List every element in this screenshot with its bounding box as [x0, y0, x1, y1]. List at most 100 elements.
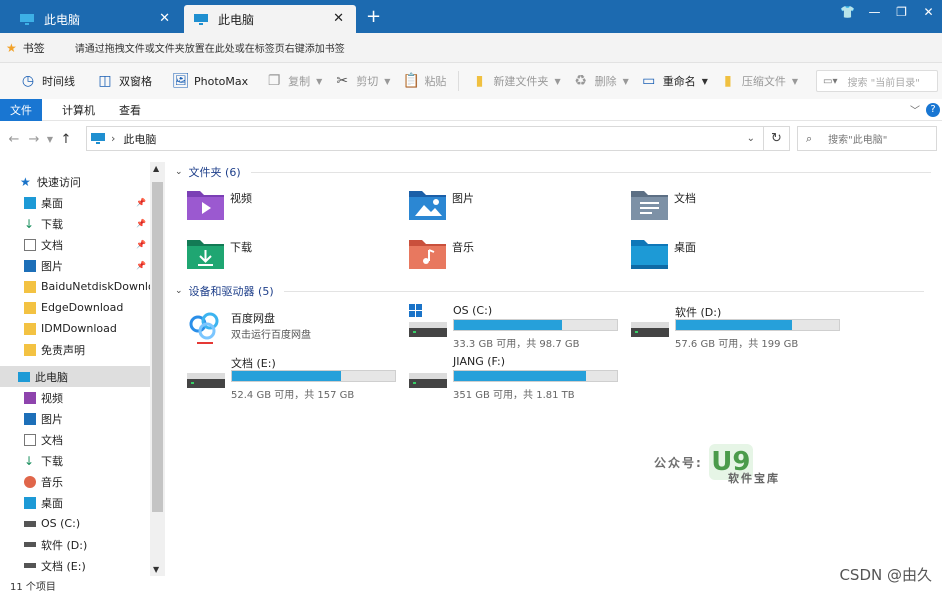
shirt-icon[interactable]: 👕	[834, 0, 861, 24]
paste-button[interactable]: 📋 粘贴	[396, 68, 452, 94]
sidebar-item-quick-access[interactable]: ★ 快速访问	[0, 171, 150, 192]
forward-arrow-icon[interactable]: →	[24, 132, 44, 147]
scroll-down-icon[interactable]: ▼	[153, 565, 159, 574]
star-icon: ★	[6, 40, 17, 55]
sidebar-item-disclaimer[interactable]: 免责声明	[0, 339, 150, 360]
timeline-button[interactable]: ◷ 时间线	[14, 68, 81, 94]
sidebar-item-edge-download[interactable]: EdgeDownload	[0, 297, 150, 318]
baidu-netdisk[interactable]: 百度网盘 双击运行百度网盘	[187, 310, 407, 356]
minimize-icon[interactable]: —	[861, 0, 888, 24]
tab-file[interactable]: 文件	[0, 98, 42, 121]
copy-button[interactable]: ❐ 复制 ▼	[260, 68, 328, 94]
sidebar-item-drive-c[interactable]: OS (C:)	[0, 513, 150, 534]
tab-this-pc-2[interactable]: 此电脑 ✕	[184, 5, 356, 33]
history-dropdown-icon[interactable]: ▼	[44, 135, 56, 144]
folder-documents[interactable]: 文档	[631, 188, 696, 220]
dropdown-arrow-icon[interactable]: ▼	[554, 77, 560, 86]
tab-view[interactable]: 查看	[107, 99, 153, 121]
copy-label: 复制	[288, 75, 311, 88]
cut-label: 剪切	[356, 75, 379, 88]
sidebar-item-baidu-download[interactable]: BaiduNetdiskDownload	[0, 276, 150, 297]
pin-icon[interactable]: 📌	[136, 261, 146, 270]
sidebar-item-pictures[interactable]: 图片 📌	[0, 255, 150, 276]
new-folder-label: 新建文件夹	[493, 75, 549, 88]
watermark: 公众号: U9 软件宝库	[654, 444, 778, 485]
new-folder-button[interactable]: ▮ 新建文件夹 ▼	[465, 68, 566, 94]
tab-this-pc-1[interactable]: 此电脑 ✕	[10, 5, 182, 33]
pin-icon[interactable]: 📌	[136, 198, 146, 207]
sidebar-item-label: 图片	[41, 259, 63, 273]
chevron-down-icon[interactable]: ⌄	[747, 133, 755, 144]
close-icon[interactable]: ✕	[159, 11, 170, 26]
scrollbar-thumb[interactable]	[152, 182, 163, 512]
up-arrow-icon[interactable]: ↑	[56, 132, 76, 147]
pin-icon[interactable]: 📌	[136, 240, 146, 249]
sidebar-item-documents[interactable]: 文档 📌	[0, 234, 150, 255]
recycle-icon: ♻	[574, 73, 587, 89]
pin-icon[interactable]: 📌	[136, 219, 146, 228]
drive-d[interactable]: 软件 (D:) 57.6 GB 可用，共 199 GB	[631, 304, 851, 350]
toolbar-search[interactable]: ▭▾ 搜索 "当前目录"	[816, 70, 938, 92]
delete-label: 删除	[594, 75, 617, 88]
dropdown-arrow-icon[interactable]: ▼	[792, 77, 798, 86]
bookmark-hint: 请通过拖拽文件或文件夹放置在此处或在标签页右键添加书签	[74, 44, 345, 55]
new-tab-button[interactable]: +	[366, 8, 381, 26]
restore-icon[interactable]: ❐	[888, 0, 915, 24]
folders-group-header[interactable]: ⌄ 文件夹 (6)	[175, 164, 931, 180]
address-bar[interactable]: › 此电脑 ⌄	[86, 126, 764, 151]
monitor-icon	[18, 371, 30, 382]
sidebar-item-videos[interactable]: 视频	[0, 387, 150, 408]
folder-downloads[interactable]: 下载	[187, 237, 252, 269]
tab-computer[interactable]: 计算机	[50, 99, 107, 121]
folder-desktop[interactable]: 桌面	[631, 237, 696, 269]
breadcrumb[interactable]: 此电脑	[123, 131, 156, 147]
folder-videos[interactable]: 视频	[187, 188, 252, 220]
search-input[interactable]: ⌕ 搜索"此电脑"	[797, 126, 937, 151]
dropdown-arrow-icon[interactable]: ▼	[623, 77, 629, 86]
dual-pane-button[interactable]: ◫ 双窗格	[91, 68, 158, 94]
sidebar-item-pc-downloads[interactable]: ↓ 下载	[0, 450, 150, 471]
sidebar-item-drive-e[interactable]: 文档 (E:)	[0, 555, 150, 576]
photomax-button[interactable]: 🖼 PhotoMax	[166, 68, 254, 94]
rename-button[interactable]: ▭ 重命名 ▼	[635, 68, 714, 94]
help-icon[interactable]: ?	[926, 102, 940, 117]
star-icon: ★	[20, 174, 31, 189]
sidebar-item-idm-download[interactable]: IDMDownload	[0, 318, 150, 339]
sidebar-item-desktop[interactable]: 桌面 📌	[0, 192, 150, 213]
dropdown-arrow-icon[interactable]: ▼	[384, 77, 390, 86]
music-folder-icon	[409, 240, 446, 269]
scroll-up-icon[interactable]: ▲	[153, 164, 159, 173]
folder-music[interactable]: 音乐	[409, 237, 474, 269]
monitor-icon	[91, 133, 105, 144]
close-window-icon[interactable]: ✕	[915, 0, 942, 24]
refresh-button[interactable]: ↻	[764, 126, 790, 151]
sidebar-item-this-pc[interactable]: 此电脑	[0, 366, 150, 387]
rename-label: 重命名	[662, 75, 696, 88]
compress-button[interactable]: ▮ 压缩文件 ▼	[714, 68, 804, 94]
back-arrow-icon[interactable]: ←	[4, 132, 24, 147]
folder-pictures[interactable]: 图片	[409, 188, 474, 220]
drives-group-header[interactable]: ⌄ 设备和驱动器 (5)	[175, 283, 924, 299]
bookmark-label[interactable]: 书签	[23, 40, 45, 56]
sidebar-item-music[interactable]: 音乐	[0, 471, 150, 492]
status-item-count: 11 个项目	[10, 582, 56, 591]
sidebar-scrollbar[interactable]: ▲ ▼	[150, 162, 165, 576]
sidebar-item-pc-pictures[interactable]: 图片	[0, 408, 150, 429]
toolbar-search-placeholder: 搜索 "当前目录"	[847, 77, 920, 89]
chevron-down-icon[interactable]: ﹀	[910, 102, 920, 117]
sidebar-item-pc-desktop[interactable]: 桌面	[0, 492, 150, 513]
sidebar-item-pc-documents[interactable]: 文档	[0, 429, 150, 450]
dropdown-arrow-icon[interactable]: ▼	[316, 77, 322, 86]
folder-icon: ▮	[475, 73, 484, 89]
dropdown-arrow-icon[interactable]: ▼	[702, 77, 708, 86]
drive-f[interactable]: JIANG (F:) 351 GB 可用，共 1.81 TB	[409, 355, 629, 401]
sidebar-item-label: 免责声明	[41, 343, 85, 357]
delete-button[interactable]: ♻ 删除 ▼	[567, 68, 635, 94]
drive-e[interactable]: 文档 (E:) 52.4 GB 可用，共 157 GB	[187, 355, 407, 401]
close-icon[interactable]: ✕	[333, 11, 344, 26]
sidebar-item-label: 文档 (E:)	[41, 559, 86, 573]
sidebar-item-drive-d[interactable]: 软件 (D:)	[0, 534, 150, 555]
cut-button[interactable]: ✂ 剪切 ▼	[328, 68, 396, 94]
drive-c[interactable]: OS (C:) 33.3 GB 可用，共 98.7 GB	[409, 304, 629, 350]
sidebar-item-downloads[interactable]: ↓ 下载 📌	[0, 213, 150, 234]
